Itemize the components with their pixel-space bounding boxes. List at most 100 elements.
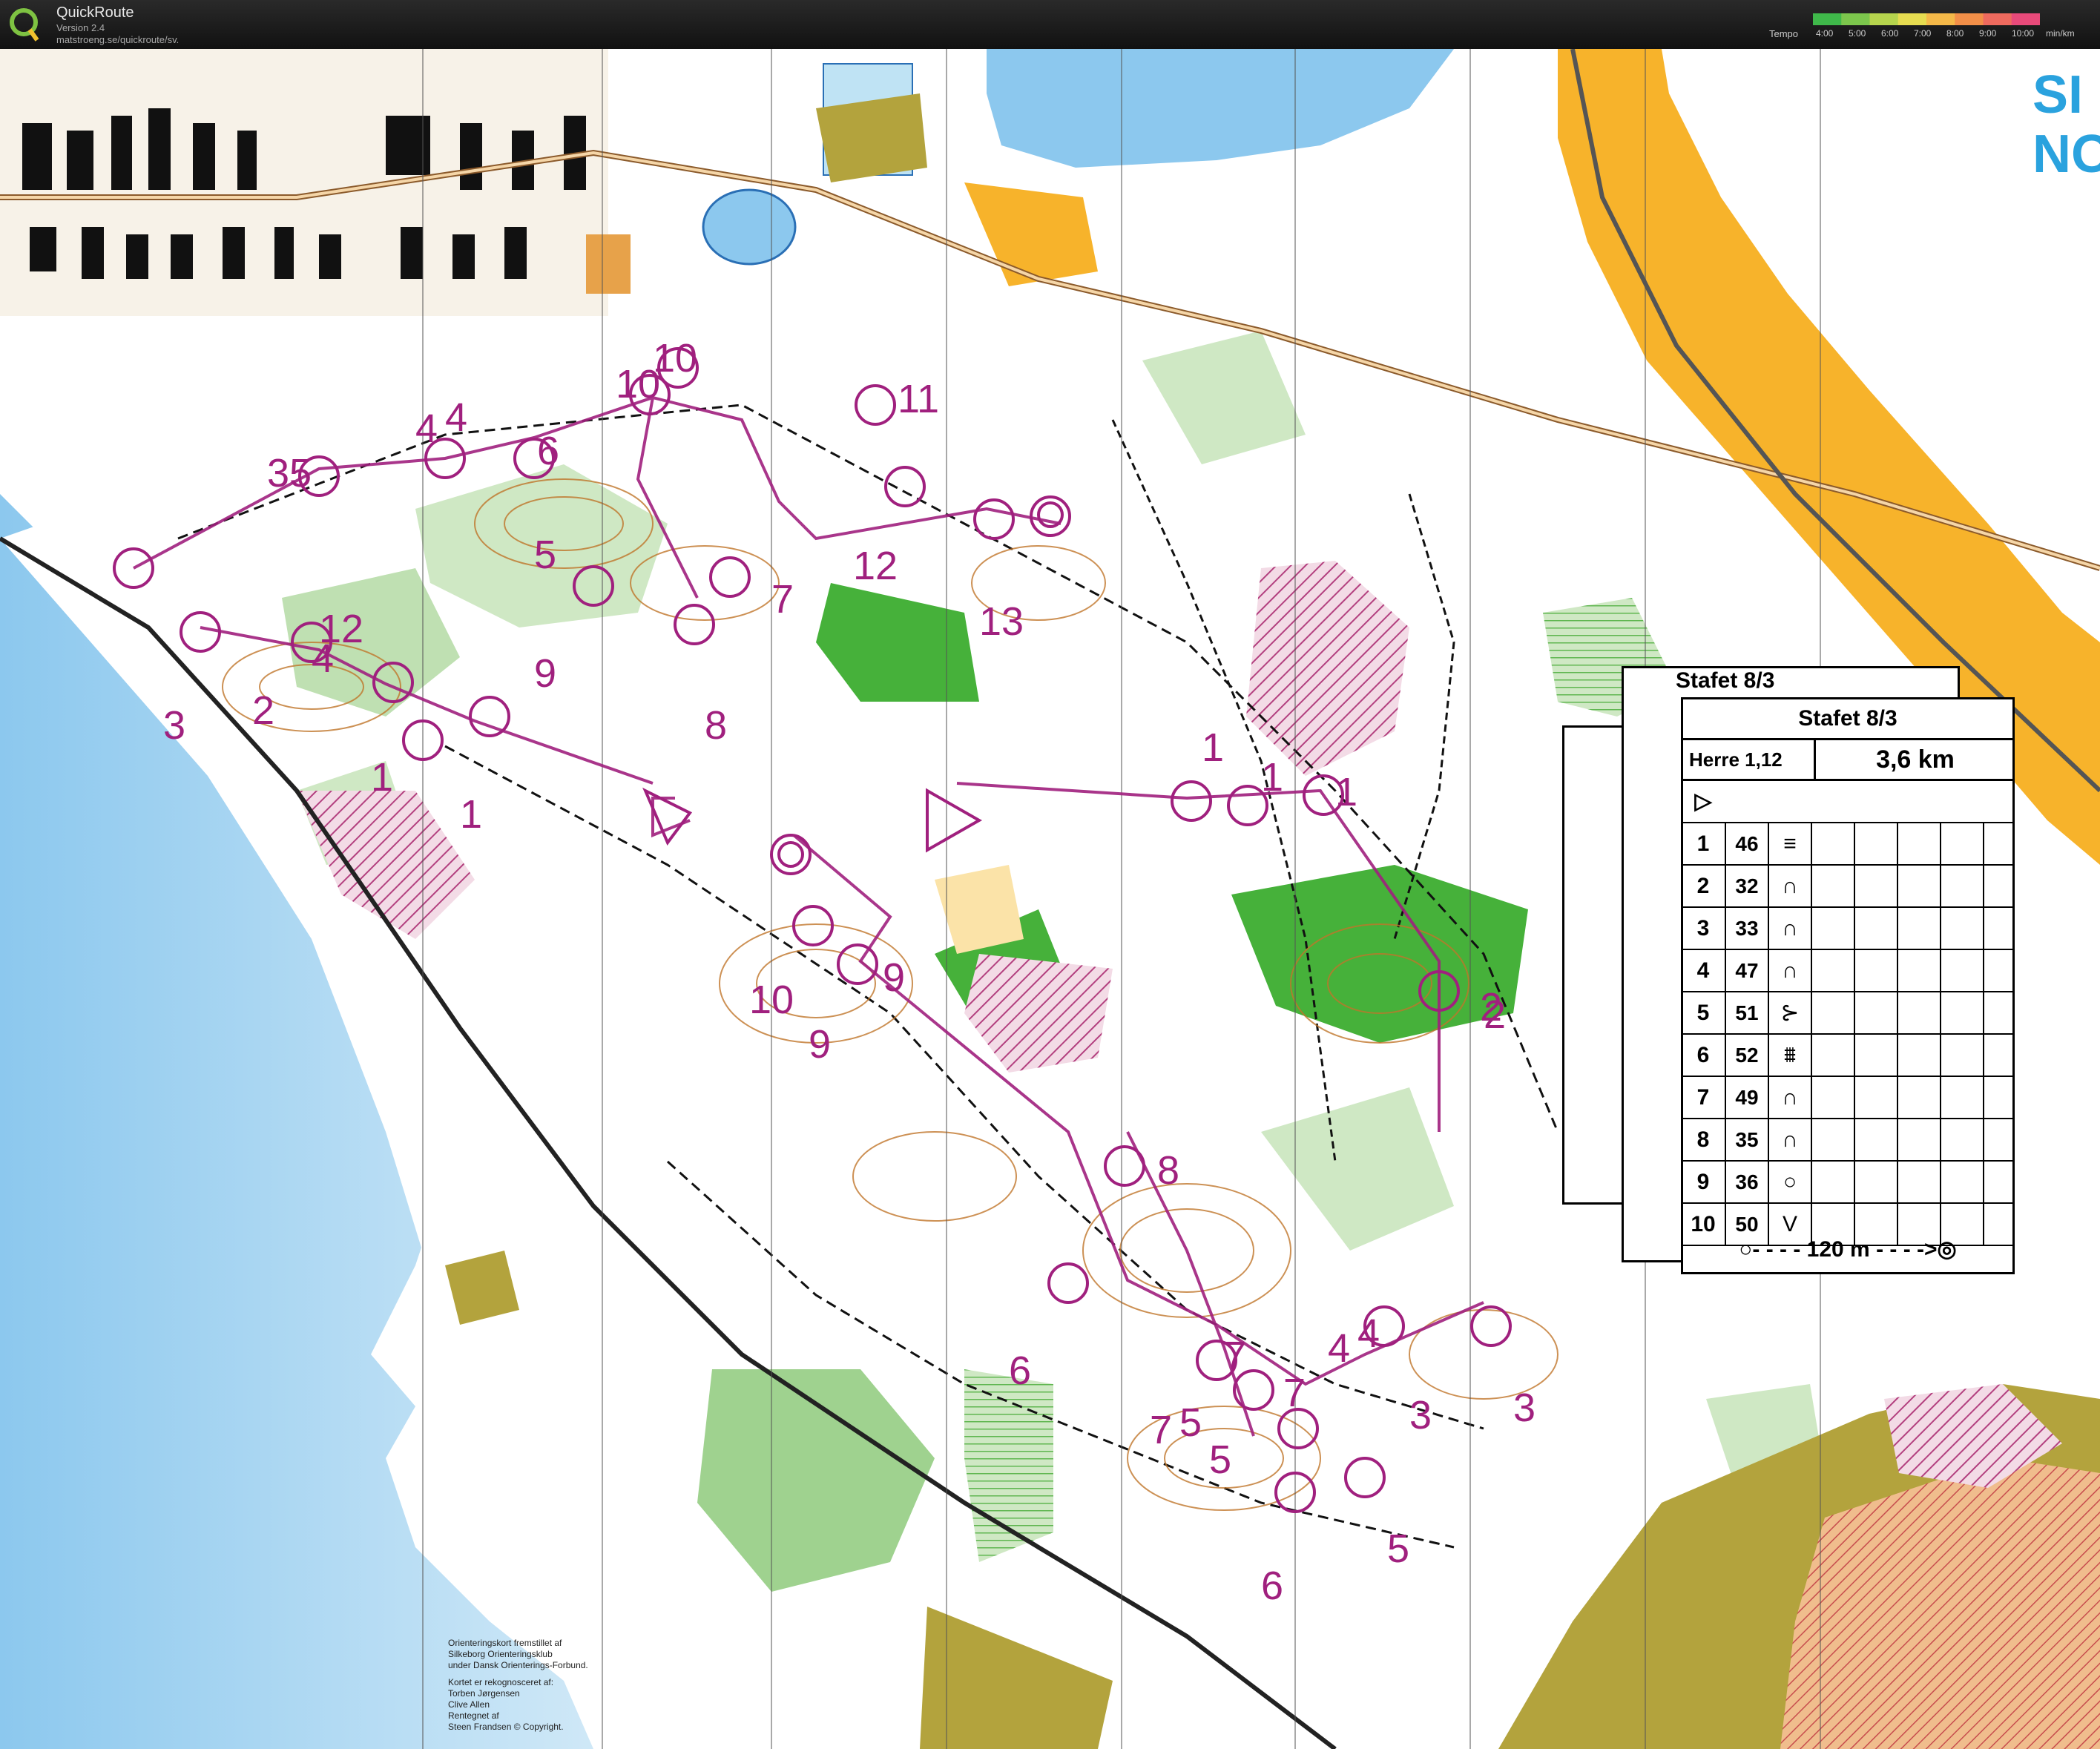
control-number-label: 2	[1480, 985, 1502, 1030]
description-cell	[1940, 1119, 1983, 1160]
control-number: 9	[1696, 1170, 1710, 1194]
description-title: Stafet 8/3	[1683, 699, 2012, 740]
description-cell	[1854, 1162, 1897, 1202]
description-cell	[1811, 1077, 1854, 1118]
tempo-unit: min/km	[2046, 28, 2075, 39]
description-cell	[1811, 1119, 1854, 1160]
description-rows: ▷ 1 46 ≡ 2 32 ∩ 3 33 ∩ 4 47 ∩ 5 51 ⊱ 6 52 ⩩ 7 49 ∩ 8 35 ∩ 9 36 ○ 10…	[1683, 781, 2012, 1246]
app-version: Version 2.4	[56, 22, 105, 33]
description-cell	[1811, 992, 1854, 1033]
description-cell	[1811, 1162, 1854, 1202]
feature-symbol-icon: ⊱	[1768, 992, 1811, 1033]
feature-symbol-icon: ∩	[1768, 908, 1811, 949]
description-cell	[1897, 1119, 1940, 1160]
description-cell	[1811, 950, 1854, 991]
tempo-tick: 10:00	[2012, 28, 2035, 39]
control-number: 3	[1696, 916, 1710, 941]
description-cell	[1940, 950, 1983, 991]
description-cell	[1983, 1119, 2026, 1160]
tempo-color-segment	[1926, 13, 1955, 25]
app-url: matstroeng.se/quickroute/sv.	[56, 34, 180, 45]
control-number: 1	[1696, 831, 1710, 856]
description-cell	[1983, 992, 2026, 1033]
control-code: 52	[1725, 1035, 1768, 1076]
credit-line: Silkeborg Orienteringsklub	[448, 1649, 553, 1659]
credit-line: Rentegnet af	[448, 1710, 499, 1721]
description-cell	[1854, 908, 1897, 949]
description-cell	[1940, 992, 1983, 1033]
credit-line: Kortet er rekognosceret af:	[448, 1677, 554, 1687]
control-number-label: 1	[371, 755, 393, 800]
map-title-line-2: NO	[2032, 125, 2100, 184]
control-number-label: 5	[1179, 1400, 1202, 1445]
description-cell	[1854, 866, 1897, 906]
control-code: 49	[1725, 1077, 1768, 1118]
control-number-label: 4	[415, 406, 438, 451]
tempo-label: Tempo	[1769, 28, 1799, 39]
control-number: 5	[1696, 1001, 1710, 1025]
credit-line: Clive Allen	[448, 1699, 490, 1710]
tempo-tick: 8:00	[1946, 28, 1964, 39]
control-code: 51	[1725, 992, 1768, 1033]
orienteering-map[interactable]: 35 4 4 6 10 10 11 5 4 12 7 9 8 3 2 1 1 12 13 1 1 1 10 9 9 2 8 6 4 4 3 3…	[0, 49, 2100, 1749]
control-number-label: 5	[1209, 1437, 1231, 1482]
description-cell	[1983, 866, 2026, 906]
pond	[702, 188, 797, 266]
description-cell	[1811, 1035, 1854, 1076]
tempo-color-scale	[1813, 13, 2040, 25]
control-number-label: 1	[1261, 755, 1283, 800]
control-description-sheet: Stafet 8/3 Herre 1,12 3,6 km ▷ 1 46 ≡ 2 32 ∩ 3…	[1681, 697, 2015, 1274]
control-number-label: 10	[653, 336, 697, 381]
control-number: 8	[1696, 1127, 1710, 1152]
control-number: 2	[1696, 874, 1710, 898]
control-number-label: 10	[749, 978, 794, 1022]
description-back-title: Stafet 8/3	[1676, 668, 1775, 693]
description-cell	[1897, 866, 1940, 906]
credit-line: under Dansk Orienterings-Forbund.	[448, 1660, 588, 1670]
description-cell	[1940, 908, 1983, 949]
description-cell	[1940, 866, 1983, 906]
app-name: QuickRoute	[56, 4, 134, 21]
description-cell	[1940, 823, 1983, 864]
feature-symbol-icon: ⩩	[1768, 1035, 1811, 1076]
lake-north	[987, 49, 1454, 168]
description-cell	[1897, 1077, 1940, 1118]
tempo-ticks: 4:00 5:00 6:00 7:00 8:00 9:00 10:00	[1813, 28, 2058, 40]
feature-symbol-icon: ∩	[1768, 866, 1811, 906]
tempo-tick: 9:00	[1979, 28, 1997, 39]
control-number-label: 4	[1328, 1326, 1350, 1371]
control-number-label: 13	[979, 599, 1024, 644]
control-code: 36	[1725, 1162, 1768, 1202]
credit-line: Torben Jørgensen	[448, 1688, 520, 1699]
description-cell	[1854, 950, 1897, 991]
control-number-label: 6	[1009, 1348, 1031, 1393]
description-cell	[1811, 823, 1854, 864]
description-row: 5 51 ⊱	[1683, 992, 2012, 1035]
tempo-color-segment	[1955, 13, 1984, 25]
map-title: SI NO	[2032, 65, 2100, 184]
tempo-color-segment	[1841, 13, 1870, 25]
control-number-label: 9	[534, 651, 556, 696]
description-cell	[1940, 1035, 1983, 1076]
description-header: Herre 1,12 3,6 km	[1683, 740, 2012, 781]
tempo-tick: 5:00	[1849, 28, 1866, 39]
tempo-color-segment	[1869, 13, 1899, 25]
tempo-tick: 4:00	[1816, 28, 1834, 39]
description-row: 8 35 ∩	[1683, 1119, 2012, 1162]
control-number: 4	[1696, 958, 1710, 983]
control-number-label: 12	[319, 607, 363, 651]
control-number: 7	[1696, 1085, 1710, 1110]
rough-west-1	[816, 93, 927, 182]
control-number-label: 1	[1335, 770, 1357, 814]
start-triangle-icon: ▷	[1694, 789, 1712, 814]
control-number-label: 7	[1283, 1371, 1306, 1415]
description-length: 3,6 km	[1814, 740, 2015, 779]
feature-symbol-icon: ∩	[1768, 950, 1811, 991]
map-credits: Orienteringskort fremstillet af Silkebor…	[448, 1638, 641, 1739]
control-number-label: 5	[534, 533, 556, 577]
control-number-label: 9	[809, 1022, 831, 1067]
control-code: 32	[1725, 866, 1768, 906]
feature-symbol-icon: ∩	[1768, 1077, 1811, 1118]
control-number-label: 7	[771, 577, 794, 622]
description-row: 7 49 ∩	[1683, 1077, 2012, 1119]
